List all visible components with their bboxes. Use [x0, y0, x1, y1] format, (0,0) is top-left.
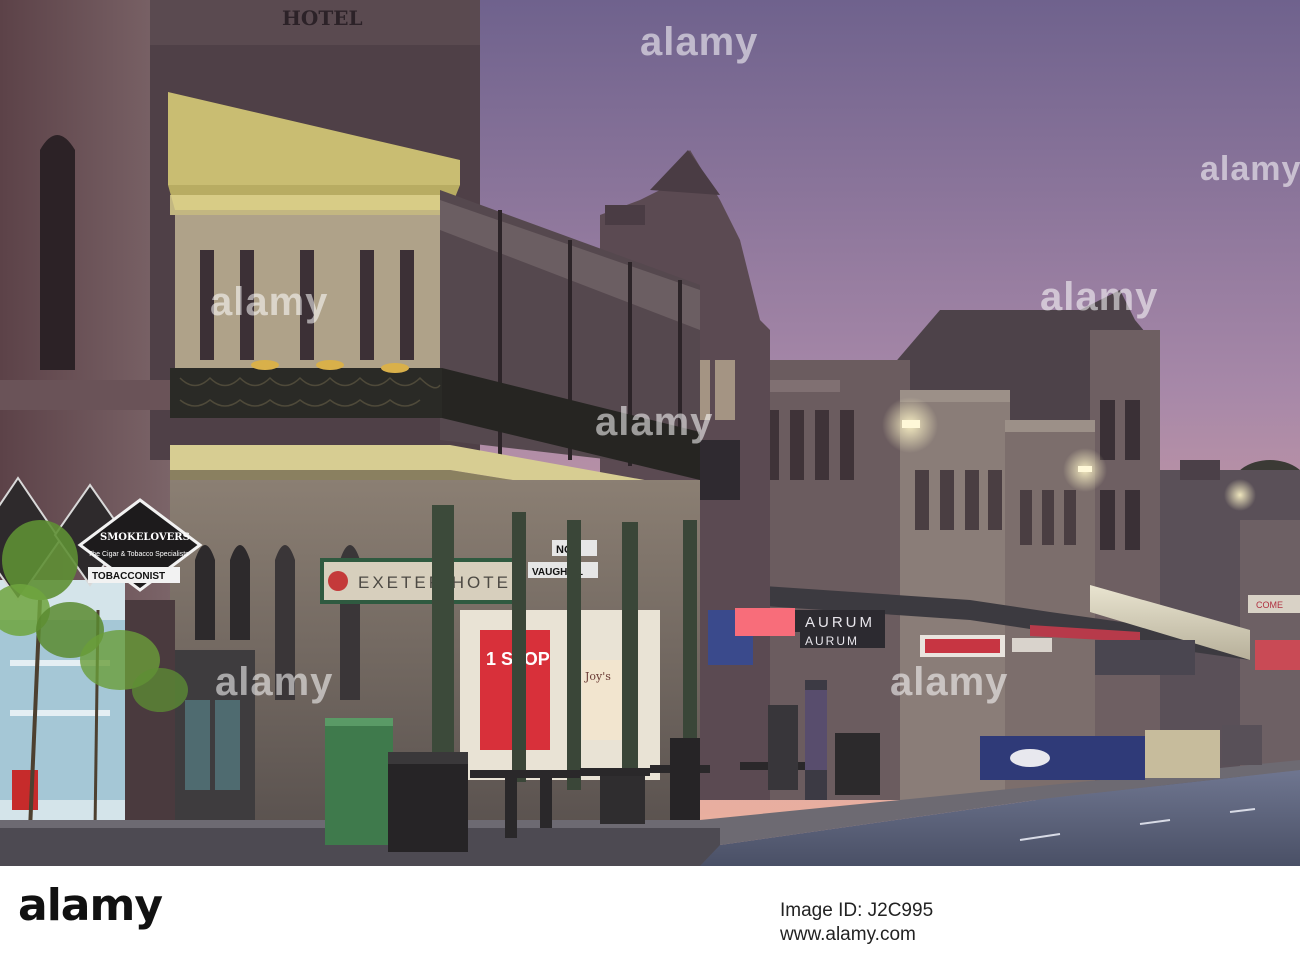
hotel-name-sign: HOTEL — [282, 6, 363, 30]
shop-sign-joys: Joy's — [584, 670, 611, 683]
photo-stage: COME HOTEL 1 Joy's EXETER HOTEL NO VAUGH… — [0, 0, 1300, 956]
cigar-shop-sign-title: SMOKELOVERS — [100, 532, 190, 543]
cigar-shop-sign-subtitle: The Cigar & Tobacco Specialists — [88, 551, 189, 558]
aurum-sign-1: AURUM — [805, 614, 875, 631]
street-scene-photo: COME HOTEL 1 Joy's EXETER HOTEL NO VAUGH… — [0, 0, 1300, 866]
far-sign-text: COME — [1256, 600, 1283, 610]
footer-bar: alamy Image ID: J2C995 www.alamy.com — [0, 866, 1300, 956]
alamy-logo: alamy — [18, 880, 163, 931]
aurum-sign-2: AURUM — [805, 634, 859, 648]
site-url-label: www.alamy.com — [780, 924, 916, 945]
image-id-label: Image ID: J2C995 — [780, 900, 934, 921]
tobacconist-sign: TOBACCONIST — [92, 571, 165, 582]
